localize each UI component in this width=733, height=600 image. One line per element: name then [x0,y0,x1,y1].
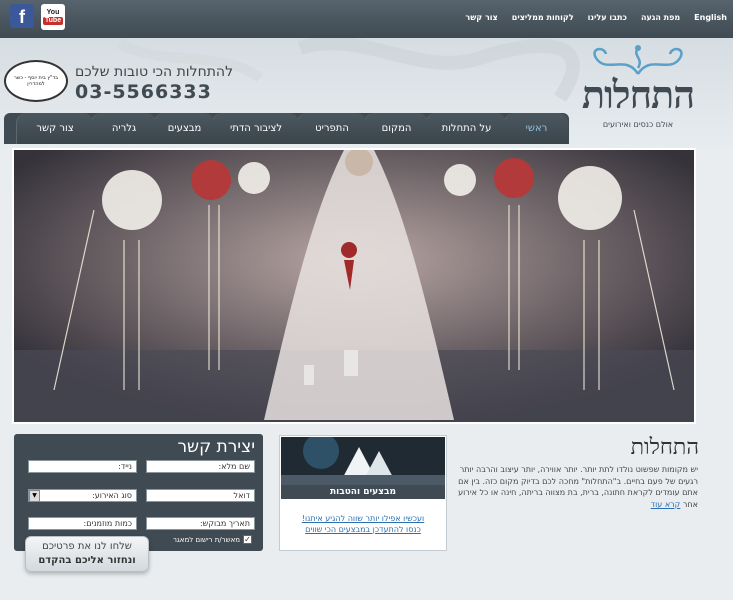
full-name-field[interactable]: שם מלא: [146,460,255,473]
youtube-you-text: You [46,9,60,16]
about-text: יש מקומות שפשוט נולדו לתת יותר. יותר אוו… [452,464,698,510]
consent-checkbox[interactable]: ✓ [243,535,252,544]
tab-venue[interactable]: המקום [364,113,428,144]
tab-menu[interactable]: התפריט [297,113,366,144]
logo-subtitle: אולם כנסים ואירועים [602,120,674,129]
logo-text: התחלות [581,72,695,117]
send-button[interactable]: שלחו לנו את פרטיכם ונחזור אליכם בהקדם [25,536,149,572]
promo-box[interactable]: מבצעים והטבות ועכשיו אפילו יותר שווה להג… [279,435,447,551]
about-title: התחלות [630,435,699,460]
top-link-english[interactable]: English [694,13,727,22]
top-link-testimonials[interactable]: לקוחות ממליצים [512,13,574,22]
promo-link-1[interactable]: ועכשיו אפילו יותר שווה להגיע איתנו! [280,514,446,523]
tagline: להתחלות הכי טובות שלכם [75,64,234,80]
site-logo[interactable]: התחלות אולם כנסים ואירועים [578,44,698,138]
send-button-line1: שלחו לנו את פרטיכם [42,541,132,552]
mobile-field[interactable]: נייד: [28,460,137,473]
event-type-select[interactable]: סוג האירוע: [28,489,137,502]
top-link-map[interactable]: מפת הגעה [641,13,680,22]
hero-banner-image [12,148,696,424]
top-links: English מפת הגעה כתבו עלינו לקוחות ממליצ… [465,13,727,22]
top-link-contact[interactable]: צור קשר [465,13,497,22]
main-nav: ראשי על התחלות המקום התפריט לציבור הדתי … [4,113,569,144]
tab-about[interactable]: על התחלות [426,113,506,144]
chevron-down-icon[interactable]: ▼ [29,490,40,502]
contact-title: יצירת קשר [177,437,255,457]
tab-contact[interactable]: צור קשר [16,113,93,144]
tab-religious[interactable]: לציבור הדתי [212,113,299,144]
social-links: f You Tube [10,4,65,30]
send-button-line2: ונחזור אליכם בהקדם [38,555,136,566]
tab-deals[interactable]: מבצעים [154,113,214,144]
phone-number[interactable]: 03-5566333 [75,81,212,103]
read-more-link[interactable]: קרא עוד [651,500,681,509]
tab-home[interactable]: ראשי [504,113,568,144]
top-link-press[interactable]: כתבו עלינו [588,13,627,22]
promo-link-2[interactable]: כנסו להתעדכן במבצעים הכי שווים [280,525,446,534]
youtube-tube-text: Tube [42,17,64,25]
promo-title: מבצעים והטבות [281,485,445,499]
date-field[interactable]: תאריך מבוקש: [146,517,255,530]
email-field[interactable]: דואל [146,489,255,502]
promo-image [281,437,445,485]
kosher-certificate-logo: בד"ץ בית יוסף - כשר למהדרין [4,60,68,102]
youtube-icon[interactable]: You Tube [41,4,65,30]
facebook-icon[interactable]: f [10,4,34,28]
consent-label: מאשר/ת רישום למאגר [172,536,240,544]
top-bar: f You Tube English מפת הגעה כתבו עלינו ל… [0,0,733,38]
guests-field[interactable]: כמות מוזמנים: [28,517,137,530]
tab-gallery[interactable]: גלריה [91,113,156,144]
